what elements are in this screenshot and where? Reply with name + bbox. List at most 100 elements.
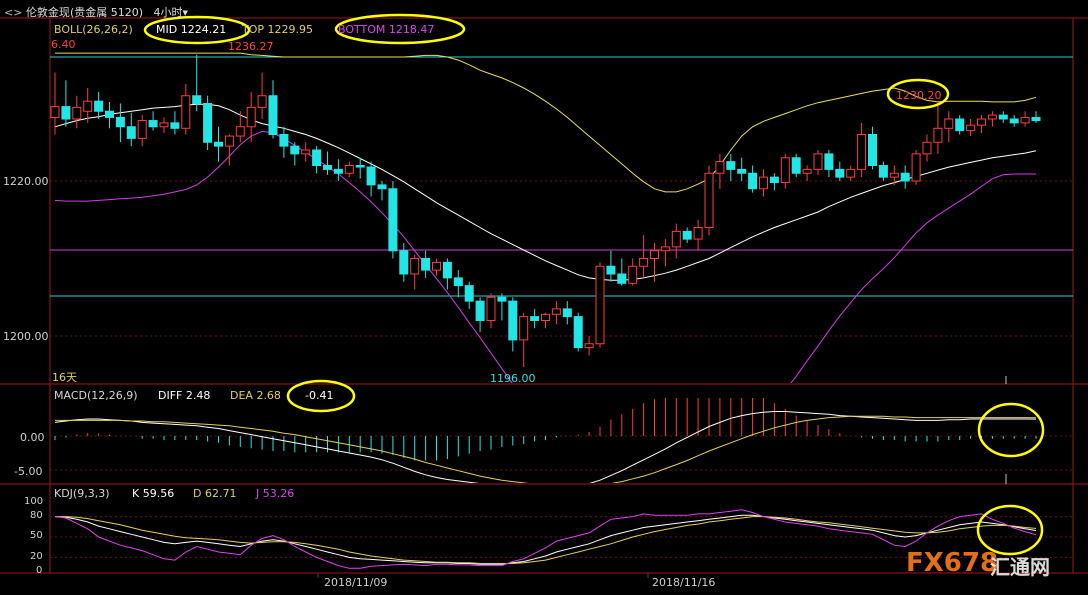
macd-diff-line	[54, 411, 1037, 483]
symbol-name: 伦敦金现	[25, 6, 70, 19]
boll-label[interactable]: BOLL(26,26,2)	[54, 23, 133, 36]
candle-body	[61, 106, 71, 120]
watermark-cn: 汇通网	[990, 555, 1050, 579]
candle-body	[573, 316, 583, 349]
kdj-layer	[54, 509, 1037, 569]
candle-body	[617, 273, 627, 284]
candle-body	[660, 246, 670, 252]
candle-body	[987, 114, 997, 120]
kdj-tick-100: 100	[24, 496, 44, 507]
price-tick-1220: 1220.00	[3, 175, 49, 188]
candle-body	[878, 165, 888, 178]
candle-body	[366, 166, 376, 186]
kdj-k: K 59.56	[132, 487, 175, 500]
macd-label[interactable]: MACD(12,26,9)	[54, 389, 138, 402]
candle-body	[791, 157, 801, 174]
kdj-tick-80: 80	[30, 510, 43, 521]
kdj-d: D 62.71	[193, 487, 237, 500]
candle-body	[290, 145, 300, 155]
candle-body	[671, 230, 681, 248]
chevron-down-icon[interactable]: ▼	[183, 9, 188, 17]
candle-body	[650, 250, 659, 259]
candle-body	[301, 149, 311, 155]
high-label: 1236.27	[228, 40, 274, 53]
candle-body	[1031, 116, 1041, 122]
candle-body	[519, 316, 529, 341]
candle-body	[235, 126, 245, 137]
candle-body	[1009, 118, 1019, 124]
candle-body	[464, 285, 474, 302]
period-count-label: 16天	[52, 371, 77, 384]
kdj-j: J 53.26	[256, 487, 295, 500]
candle-body	[846, 168, 856, 178]
candle-body	[857, 134, 867, 170]
left-high-label: 6.40	[51, 38, 76, 51]
candle-body	[159, 122, 169, 128]
boll-top: TOP 1229.95	[242, 23, 313, 36]
candle-body	[813, 153, 823, 170]
candle-body	[628, 265, 638, 284]
candle-body	[824, 153, 834, 170]
candle-body	[312, 149, 322, 166]
period-selector[interactable]: 4小时	[154, 6, 183, 19]
candle-body	[693, 227, 703, 240]
kdj-label[interactable]: KDJ(9,3,3)	[54, 487, 110, 500]
candle-body	[944, 118, 954, 129]
candle-body	[922, 141, 932, 155]
candle-body	[530, 316, 540, 321]
boll-mid-line	[54, 103, 1037, 281]
macd-layer	[54, 398, 1037, 483]
candle-body	[410, 258, 420, 275]
candle-body	[148, 120, 158, 128]
candle-body	[769, 176, 779, 184]
candle-body	[584, 343, 594, 349]
candle-body	[181, 95, 191, 129]
candle-body	[246, 106, 256, 128]
candle-body	[682, 230, 692, 240]
candle-body	[737, 168, 747, 174]
kdj-tick-0: 0	[36, 565, 43, 576]
candle-body	[377, 184, 387, 190]
macd-end-highlight-ellipse	[977, 402, 1045, 458]
symbol-code: 5120)	[110, 6, 144, 19]
candle-body	[432, 261, 441, 271]
candle-body	[562, 308, 572, 318]
candle-body	[933, 127, 943, 143]
candle-body	[802, 168, 812, 174]
candle-body	[388, 188, 398, 252]
candle-body	[900, 172, 910, 182]
candle-body	[998, 114, 1008, 120]
candle-body	[83, 100, 93, 112]
boll-top-line	[55, 52, 1037, 193]
candle-body	[835, 168, 845, 178]
candle-body	[421, 258, 431, 271]
recent-high-label: 1230.20	[896, 89, 942, 102]
boll-bottom: BOTTOM 1218.47	[338, 23, 435, 36]
candle-body	[759, 176, 768, 190]
candle-body	[170, 122, 180, 129]
candle-body	[257, 95, 267, 108]
watermark-logo: FX678	[906, 548, 999, 578]
boll-mid: MID 1224.21	[156, 23, 227, 36]
candle-body	[50, 106, 60, 118]
kdj-k-line	[54, 514, 1037, 565]
symbol-group: (贵金属	[69, 6, 108, 19]
candle-body	[344, 165, 354, 174]
candle-body	[192, 95, 202, 104]
candle-body	[726, 161, 736, 170]
candle-body	[214, 141, 223, 147]
candle-body	[486, 296, 496, 321]
back-arrows-icon[interactable]: <>	[4, 6, 22, 19]
candle-body	[955, 118, 965, 132]
candle-body	[606, 265, 616, 275]
candle-body	[639, 258, 649, 267]
candle-body	[203, 103, 213, 143]
candle-body	[72, 106, 82, 120]
candle-body	[541, 313, 550, 321]
candle-body	[966, 124, 976, 132]
candle-body	[137, 120, 147, 139]
candle-body	[911, 153, 921, 182]
candle-body	[595, 265, 605, 345]
kdj-tick-20: 20	[30, 551, 43, 562]
date-label-1: 2018/11/09	[324, 576, 388, 589]
